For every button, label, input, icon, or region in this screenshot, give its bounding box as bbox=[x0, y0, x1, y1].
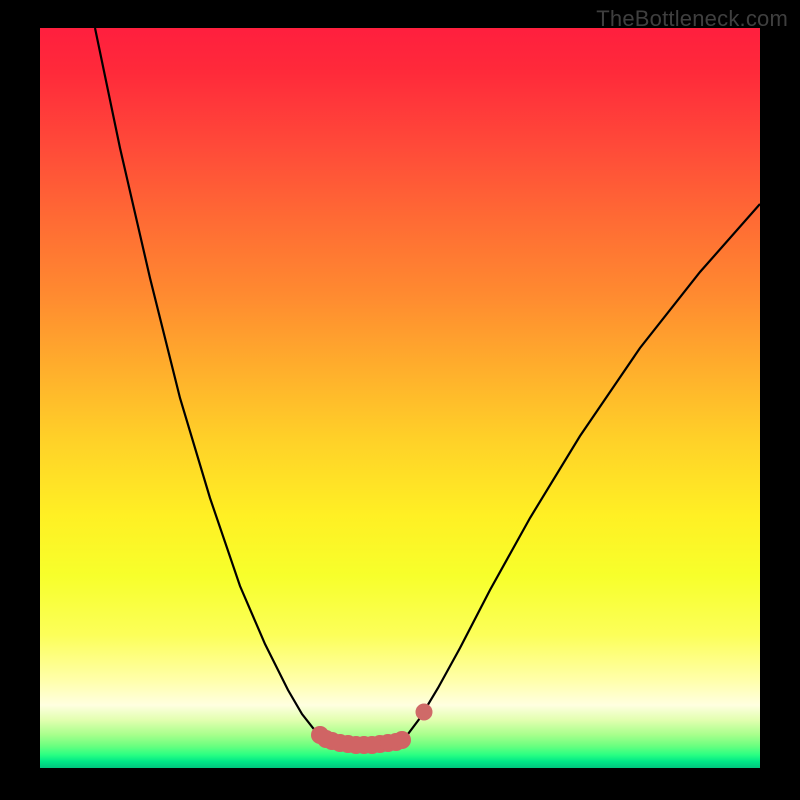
watermark-text: TheBottleneck.com bbox=[596, 6, 788, 32]
plot-area bbox=[40, 28, 760, 768]
isolated-marker bbox=[416, 704, 432, 720]
marker-group bbox=[312, 704, 433, 754]
chart-svg bbox=[40, 28, 760, 768]
floor-marker bbox=[394, 732, 411, 749]
curve-left-arm bbox=[95, 28, 338, 742]
curve-right-arm bbox=[400, 204, 760, 742]
outer-frame: TheBottleneck.com bbox=[0, 0, 800, 800]
